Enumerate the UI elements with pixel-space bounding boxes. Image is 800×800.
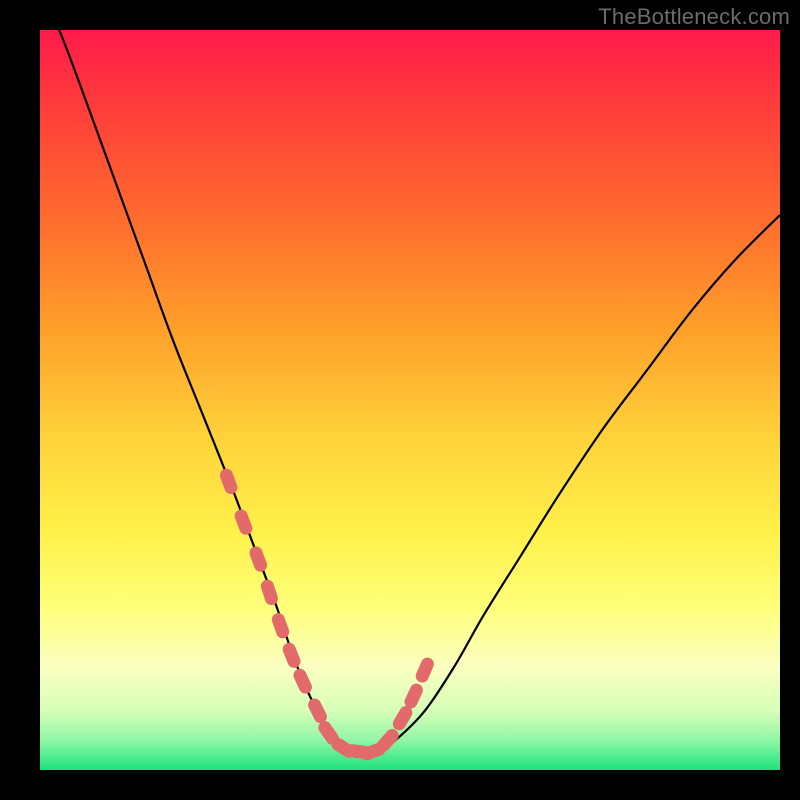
marker-pill: [233, 508, 254, 537]
watermark-text: TheBottleneck.com: [598, 4, 790, 30]
highlighted-points: [218, 467, 436, 762]
marker-pill: [291, 667, 314, 696]
marker-pill: [270, 611, 291, 640]
plot-area: [40, 30, 780, 770]
marker-pill: [218, 467, 239, 496]
bottleneck-curve: [40, 0, 780, 757]
marker-pill: [259, 578, 280, 607]
chart-frame: TheBottleneck.com: [0, 0, 800, 800]
marker-pill: [414, 656, 436, 685]
marker-pill: [248, 545, 269, 574]
curve-svg: [40, 30, 780, 770]
marker-pill: [281, 641, 303, 670]
marker-pill: [306, 696, 329, 725]
